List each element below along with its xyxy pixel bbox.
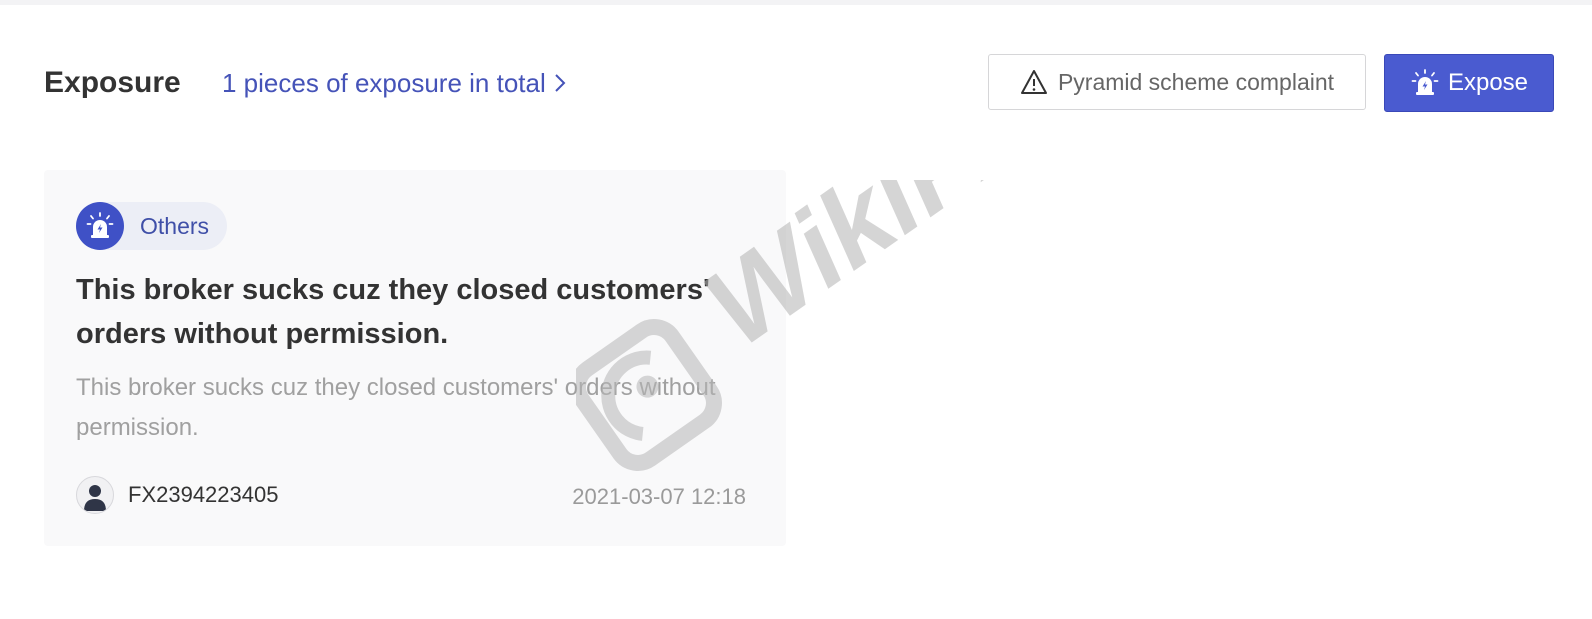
- exposure-title[interactable]: This broker sucks cuz they closed custom…: [76, 268, 716, 356]
- exposure-card[interactable]: Others This broker sucks cuz they closed…: [44, 170, 786, 546]
- exposure-total-link[interactable]: 1 pieces of exposure in total: [222, 67, 566, 99]
- section-title: Exposure: [44, 66, 181, 99]
- alarm-light-icon: [76, 202, 124, 250]
- alarm-light-icon: [1411, 69, 1439, 95]
- exposure-description: This broker sucks cuz they closed custom…: [76, 374, 716, 441]
- exposure-total-label: 1 pieces of exposure in total: [222, 68, 546, 98]
- exposure-timestamp: 2021-03-07 12:18: [572, 484, 746, 509]
- pyramid-complaint-label: Pyramid scheme complaint: [1057, 68, 1335, 95]
- warning-triangle-icon: [1020, 70, 1047, 94]
- pyramid-complaint-button[interactable]: Pyramid scheme complaint: [988, 54, 1366, 110]
- top-divider: [0, 0, 1592, 5]
- chevron-right-icon: [555, 74, 566, 92]
- category-tag: Others: [76, 202, 228, 250]
- author-name: FX2394223405: [128, 482, 279, 507]
- expose-button[interactable]: Expose: [1384, 54, 1554, 112]
- expose-label: Expose: [1447, 69, 1529, 96]
- user-avatar-icon: [76, 476, 114, 514]
- exposure-header: Exposure 1 pieces of exposure in total P…: [44, 52, 1556, 114]
- author-info: FX2394223405: [76, 476, 278, 514]
- category-tag-label: Others: [140, 212, 210, 239]
